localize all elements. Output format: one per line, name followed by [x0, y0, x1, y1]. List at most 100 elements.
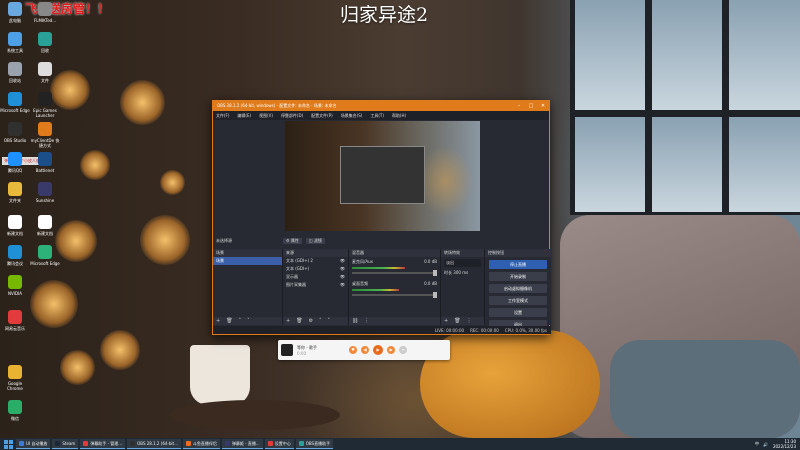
scene-item[interactable]: 场景	[213, 257, 282, 265]
volume-slider[interactable]	[352, 270, 437, 276]
minimize-icon[interactable]: –	[513, 101, 525, 111]
desktop-icon[interactable]: 系统工具	[0, 32, 30, 53]
track-name: 桌面音频	[352, 281, 368, 286]
desktop-icon[interactable]: 新建文档	[30, 215, 60, 236]
taskbar-app[interactable]: UI 自动播放	[16, 439, 51, 449]
edge-icon	[38, 245, 52, 259]
filters-button[interactable]: ◫ 滤镜	[305, 237, 325, 244]
desktop-icon[interactable]: Google Chrome	[0, 365, 30, 391]
control-button[interactable]: 停止直播	[489, 260, 547, 269]
desktop-icon[interactable]: Battlenet	[30, 152, 60, 173]
desktop-icon[interactable]: 腾讯QQ	[0, 152, 30, 173]
desktop-icon[interactable]: Sunshine	[30, 182, 60, 203]
clock[interactable]: 11:30 2022/12/23	[773, 439, 796, 449]
desktop-icon[interactable]: Microsoft Edge	[30, 245, 60, 266]
desktop-icon[interactable]: 回收	[30, 32, 60, 53]
taskbar-app[interactable]: OBS直播助手	[295, 439, 334, 449]
desktop-icon[interactable]: 回收站	[0, 62, 30, 83]
next-icon[interactable]: ▶	[387, 346, 395, 354]
playlist-icon[interactable]: ≡	[399, 346, 407, 354]
bokeh-light	[30, 280, 78, 328]
live-timer: LIVE: 00:00:00	[434, 327, 465, 333]
desktop-icon[interactable]: 此电脑	[0, 2, 30, 23]
taskbar-app[interactable]: OBS 28.1.2 (64-bit...	[127, 439, 181, 449]
menu-item[interactable]: 场景集合(S)	[341, 113, 363, 119]
menu-item[interactable]: 工具(T)	[370, 113, 384, 119]
desktop-icon[interactable]: 文件夹	[0, 182, 30, 203]
eye-icon[interactable]: 👁	[340, 257, 345, 265]
desktop-icon[interactable]: 腾讯会议	[0, 245, 30, 266]
trash-icon[interactable]: 🗑	[454, 318, 460, 324]
previous-icon[interactable]: ◀	[361, 346, 369, 354]
close-icon[interactable]: ✕	[537, 101, 549, 111]
eye-icon[interactable]: 👁	[340, 281, 345, 289]
slider-knob[interactable]	[433, 292, 437, 298]
eye-icon[interactable]: 👁	[340, 273, 345, 281]
desktop-icon[interactable]: myClientDe 快捷方式	[30, 122, 60, 148]
music-player[interactable]: 等你 - 歌手 0:00 ♥ ◀ ▶ ▶ ≡	[278, 340, 450, 360]
desktop-icon[interactable]: 新建文档	[0, 215, 30, 236]
up-icon[interactable]: ˄	[319, 318, 322, 324]
desktop-icon[interactable]: 文件	[30, 62, 60, 83]
control-button[interactable]: 工作室模式	[489, 296, 547, 305]
control-button[interactable]: 启动虚拟摄像机	[489, 284, 547, 293]
source-item[interactable]: 文本 (GDI+) 2 👁	[283, 257, 348, 265]
desktop-icon[interactable]: Microsoft Edge	[0, 92, 30, 113]
down-icon[interactable]: ˅	[328, 318, 331, 324]
volume-slider[interactable]	[352, 292, 437, 298]
start-button[interactable]	[2, 439, 14, 449]
trash-icon[interactable]: 🗑	[226, 318, 232, 324]
desktop-icon[interactable]: 微信	[0, 400, 30, 421]
control-button[interactable]: 设置	[489, 308, 547, 317]
volume-icon[interactable]: 🔊	[763, 442, 768, 447]
add-icon[interactable]: +	[444, 318, 448, 324]
source-toolbar: 未选择源 ⚙ 属性 ◫ 滤镜	[213, 236, 551, 245]
desktop-icon[interactable]: OBS Studio	[0, 122, 30, 143]
obs-preview[interactable]	[285, 121, 480, 231]
link-icon[interactable]: ⛓	[352, 318, 358, 324]
taskbar-app[interactable]: 弹幕助手 - 管理...	[80, 439, 126, 449]
transition-duration[interactable]: 时长 300 ms	[441, 269, 484, 277]
transition-select[interactable]: 淡出	[444, 259, 481, 267]
maximize-icon[interactable]: □	[525, 101, 537, 111]
properties-button[interactable]: ⚙ 属性	[283, 237, 302, 244]
slider-knob[interactable]	[433, 270, 437, 276]
control-button[interactable]: 开始录制	[489, 272, 547, 281]
gear-icon[interactable]: ⚙	[309, 318, 313, 324]
desktop-icon[interactable]: FLMIKTed...	[30, 2, 60, 23]
scenes-dock-title: 场景	[213, 249, 282, 257]
down-icon[interactable]: ˅	[247, 318, 250, 324]
eye-icon[interactable]: 👁	[340, 265, 345, 273]
trash-icon[interactable]: 🗑	[296, 318, 302, 324]
desktop-icon[interactable]: NVIDIA	[0, 275, 30, 296]
desktop-icon-label: 回收	[41, 48, 49, 53]
menu-item[interactable]: 停靠部件(D)	[281, 113, 303, 119]
input-method-icon[interactable]: 中	[755, 441, 759, 447]
menu-item[interactable]: 文件(F)	[216, 113, 229, 119]
obs-window[interactable]: OBS 28.1.2 (64-bit, windows) - 配置文件: 未命名…	[212, 100, 551, 335]
source-item[interactable]: 图片采集器 👁	[283, 281, 348, 289]
menu-item[interactable]: 配置文件(P)	[311, 113, 333, 119]
up-icon[interactable]: ˄	[239, 318, 242, 324]
window-pane	[652, 0, 722, 110]
obs-titlebar[interactable]: OBS 28.1.2 (64-bit, windows) - 配置文件: 未命名…	[213, 101, 549, 111]
menu-icon[interactable]: ⋮	[467, 318, 472, 324]
menu-icon[interactable]: ⋮	[364, 318, 369, 324]
duration-label: 时长	[444, 270, 452, 275]
desktop-icon[interactable]: Epic Games Launcher	[30, 92, 60, 118]
taskbar-app[interactable]: Steam	[52, 439, 79, 449]
taskbar-app[interactable]: 斗鱼直播伴侣	[182, 439, 220, 449]
like-icon[interactable]: ♥	[349, 346, 357, 354]
menu-item[interactable]: 帮助(H)	[392, 113, 406, 119]
source-item[interactable]: 显示器 👁	[283, 273, 348, 281]
taskbar-app[interactable]: 设置中心	[264, 439, 294, 449]
desktop-icon[interactable]: 网易云音乐	[0, 310, 30, 331]
add-icon[interactable]: +	[216, 318, 220, 324]
taskbar-app-label: OBS直播助手	[305, 440, 331, 446]
source-item[interactable]: 文本 (GDI+) 👁	[283, 265, 348, 273]
add-icon[interactable]: +	[286, 318, 290, 324]
menu-item[interactable]: 编辑(E)	[237, 113, 251, 119]
menu-item[interactable]: 视图(V)	[259, 113, 273, 119]
play-icon[interactable]: ▶	[373, 345, 383, 355]
taskbar-app[interactable]: 弹幕姬 - 直播...	[221, 439, 263, 449]
